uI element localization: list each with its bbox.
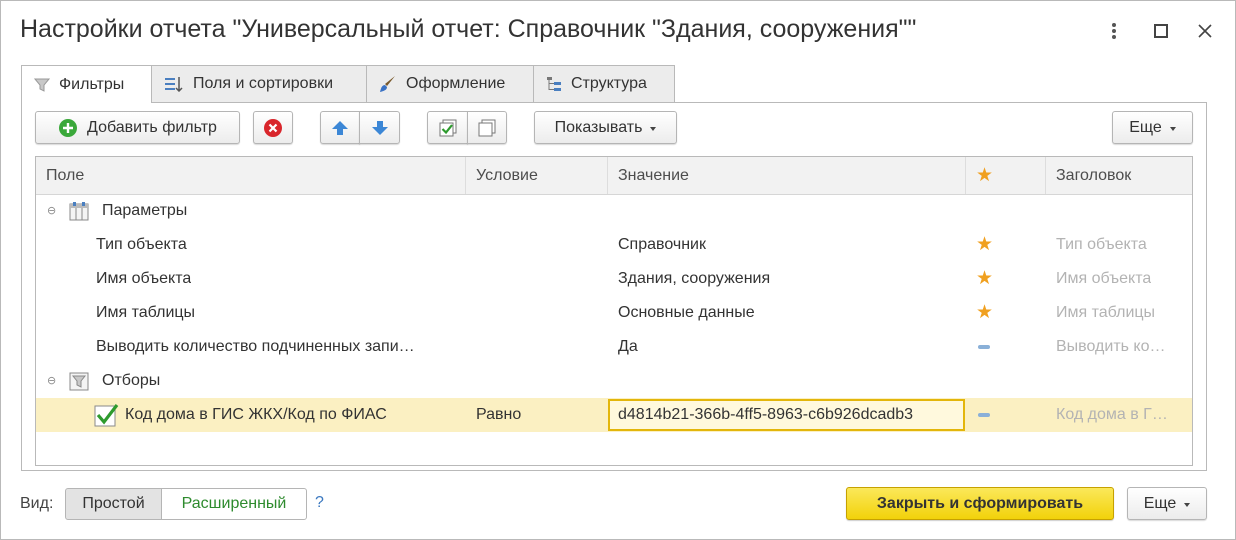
tab-label: Структура [571, 75, 647, 92]
parameters-icon [68, 200, 90, 222]
collapse-icon[interactable]: ⊖ [47, 204, 56, 217]
window-more-button[interactable] [1100, 17, 1128, 45]
filter-icon [34, 78, 50, 92]
column-header-star[interactable]: ★ [966, 157, 1046, 194]
tab-filters[interactable]: Фильтры [21, 65, 152, 103]
column-header-value[interactable]: Значение [608, 157, 966, 194]
title-cell[interactable]: Тип объекта [1056, 228, 1147, 262]
field-cell: Имя таблицы [96, 304, 196, 321]
uncheck-all-icon [477, 119, 497, 137]
value-cell[interactable]: Здания, сооружения [618, 262, 770, 296]
show-dropdown-button[interactable]: Показывать [534, 111, 677, 144]
field-cell: Выводить количество подчиненных запи… [96, 338, 415, 355]
add-filter-button[interactable]: Добавить фильтр [35, 111, 240, 144]
tab-structure[interactable]: Структура [533, 65, 675, 102]
star-icon[interactable]: ★ [976, 228, 993, 262]
tab-label: Поля и сортировки [193, 75, 333, 92]
value-cell[interactable]: Да [618, 330, 638, 364]
title-cell[interactable]: Имя объекта [1056, 262, 1151, 296]
tab-fields-sort[interactable]: Поля и сортировки [151, 65, 367, 102]
table-row[interactable]: Имя таблицы Основные данные ★ Имя таблиц… [36, 296, 1192, 330]
close-and-generate-button[interactable]: Закрыть и сформировать [846, 487, 1114, 520]
table-header: Поле Условие Значение ★ Заголовок [36, 157, 1192, 195]
collapse-icon[interactable]: ⊖ [47, 374, 56, 387]
move-up-button[interactable] [320, 111, 360, 144]
uncheck-all-button[interactable] [467, 111, 507, 144]
star-icon[interactable]: ★ [976, 262, 993, 296]
chevron-down-icon [1169, 126, 1176, 131]
filters-table[interactable]: Поле Условие Значение ★ Заголовок ⊖ Пара… [35, 156, 1193, 466]
dash-icon[interactable] [978, 398, 990, 432]
field-cell: Имя объекта [96, 270, 192, 287]
value-cell[interactable]: Основные данные [618, 296, 755, 330]
check-all-icon [438, 119, 458, 137]
view-label: Вид: [20, 495, 54, 512]
filter-group-icon [68, 370, 90, 392]
column-header-field[interactable]: Поле [36, 157, 466, 194]
column-header-title[interactable]: Заголовок [1046, 157, 1192, 194]
table-row[interactable]: Выводить количество подчиненных запи… Да… [36, 330, 1192, 364]
field-cell: Тип объекта [96, 236, 187, 253]
footer-more-button[interactable]: Еще [1127, 487, 1207, 520]
table-row[interactable]: Имя объекта Здания, сооружения ★ Имя объ… [36, 262, 1192, 296]
window-maximize-button[interactable] [1147, 17, 1175, 45]
table-group-row-parameters[interactable]: ⊖ Параметры [36, 194, 1192, 228]
delete-icon [263, 118, 283, 138]
window-close-button[interactable] [1191, 17, 1219, 45]
arrow-down-icon [371, 120, 389, 136]
more-vertical-icon [1112, 23, 1116, 39]
view-simple-button[interactable]: Простой [65, 488, 162, 520]
help-link[interactable]: ? [315, 494, 324, 512]
table-row[interactable]: Тип объекта Справочник ★ Тип объекта [36, 228, 1192, 262]
field-cell: Код дома в ГИС ЖКХ/Код по ФИАС [125, 406, 387, 423]
delete-button[interactable] [253, 111, 293, 144]
add-filter-label: Добавить фильтр [87, 118, 217, 136]
table-row-selected[interactable]: Код дома в ГИС ЖКХ/Код по ФИАС Равно d48… [36, 398, 1192, 432]
window-title: Настройки отчета "Универсальный отчет: С… [20, 15, 917, 43]
condition-cell[interactable]: Равно [476, 398, 521, 432]
tab-design[interactable]: Оформление [366, 65, 534, 102]
row-checkbox[interactable] [94, 403, 120, 427]
title-cell[interactable]: Имя таблицы [1056, 296, 1155, 330]
column-header-condition[interactable]: Условие [466, 157, 608, 194]
arrow-up-icon [331, 120, 349, 136]
show-label: Показывать [554, 118, 643, 136]
structure-icon [546, 76, 562, 92]
toolbar-more-button[interactable]: Еще [1112, 111, 1193, 144]
value-input[interactable]: d4814b21-366b-4ff5-8963-c6b926dcadb3 [608, 399, 965, 431]
view-extended-button[interactable]: Расширенный [161, 488, 307, 520]
close-icon [1198, 24, 1212, 38]
value-cell[interactable]: Справочник [618, 228, 706, 262]
brush-icon [379, 75, 397, 93]
more-label: Еще [1143, 494, 1177, 512]
maximize-icon [1154, 24, 1168, 38]
tab-label: Фильтры [59, 75, 125, 93]
dash-icon[interactable] [978, 330, 990, 364]
group-label: Параметры [102, 202, 188, 219]
star-icon[interactable]: ★ [976, 296, 993, 330]
more-label: Еще [1129, 118, 1162, 136]
checkbox-checked-icon [94, 404, 119, 427]
fields-sort-icon [164, 76, 184, 92]
table-group-row-filters[interactable]: ⊖ Отборы [36, 364, 1192, 398]
tab-label: Оформление [406, 75, 506, 92]
chevron-down-icon [1184, 502, 1191, 507]
group-label: Отборы [102, 372, 161, 389]
title-cell[interactable]: Код дома в Г… [1056, 398, 1168, 432]
move-down-button[interactable] [359, 111, 400, 144]
chevron-down-icon [650, 126, 657, 131]
check-all-button[interactable] [427, 111, 468, 144]
settings-window: Настройки отчета "Универсальный отчет: С… [0, 0, 1236, 540]
add-icon [58, 118, 78, 138]
title-cell[interactable]: Выводить ко… [1056, 330, 1166, 364]
